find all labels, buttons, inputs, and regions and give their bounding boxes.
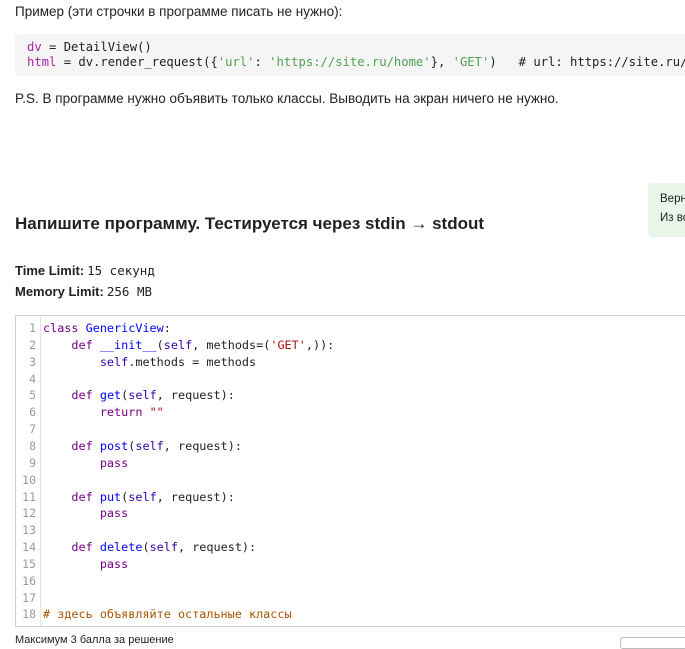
footer-button[interactable] [620, 637, 685, 649]
line-number: 10 [22, 472, 36, 487]
code-text: def post(self, request): [71, 438, 242, 453]
memory-limit-label: Memory Limit: [15, 284, 104, 299]
code-text: def put(self, request): [71, 489, 235, 504]
line-number: 16 [22, 573, 36, 588]
ps-note: P.S. В программе нужно объявить только к… [15, 91, 559, 106]
line-number: 3 [29, 354, 36, 369]
code-text: pass [99, 506, 129, 521]
example-code-block: dv = DetailView() html = dv.render_reque… [15, 34, 685, 76]
code-text: return "" [99, 405, 164, 420]
code-editor[interactable]: 1 class GenericView: 2 def __init__(self, … [15, 315, 685, 627]
line-number: 14 [22, 540, 36, 555]
line-number: 17 [22, 590, 36, 605]
code-text: # здесь объявляйте остальные классы [43, 607, 292, 622]
memory-limit: Memory Limit: 256 MB [15, 284, 152, 299]
line-number: 1 [29, 321, 36, 335]
line-number: 9 [29, 455, 36, 470]
example-line-2: html = dv.render_request({'url': 'https:… [27, 55, 685, 69]
example-line-1: dv = DetailView() [27, 40, 152, 54]
line-number: 18 [22, 607, 36, 622]
footer-score-text: Максимум 3 балла за решение [15, 634, 174, 646]
code-text: def __init__(self, methods=('GET',)): [71, 337, 335, 352]
code-text: def delete(self, request): [71, 540, 257, 555]
code-text: def get(self, request): [71, 388, 235, 403]
line-number: 2 [29, 337, 36, 352]
line-number: 4 [29, 371, 36, 386]
line-number: 7 [29, 422, 36, 437]
line-number: 6 [29, 405, 36, 420]
memory-limit-value: 256 MB [106, 284, 152, 299]
time-limit-label: Time Limit: [15, 263, 85, 278]
intro-text: Пример (эти строчки в программе писать н… [15, 4, 343, 19]
code-text: class GenericView: [43, 321, 171, 335]
side-panel-line-1: Верн [660, 193, 685, 205]
line-number: 13 [22, 523, 36, 538]
line-number: 15 [22, 556, 36, 571]
time-limit: Time Limit: 15 секунд [15, 263, 155, 278]
time-limit-value: 15 секунд [87, 263, 155, 278]
code-text: pass [99, 556, 129, 571]
side-panel-line-2: Из вс [660, 212, 685, 224]
line-number: 11 [22, 489, 36, 504]
code-text: pass [99, 455, 129, 470]
line-number: 8 [29, 438, 36, 453]
task-title: Напишите программу. Тестируется через st… [15, 214, 485, 233]
side-status-panel: Верн Из вс [648, 183, 685, 237]
line-number: 12 [22, 506, 36, 521]
code-text: self.methods = methods [99, 354, 257, 369]
line-number: 5 [29, 388, 36, 403]
